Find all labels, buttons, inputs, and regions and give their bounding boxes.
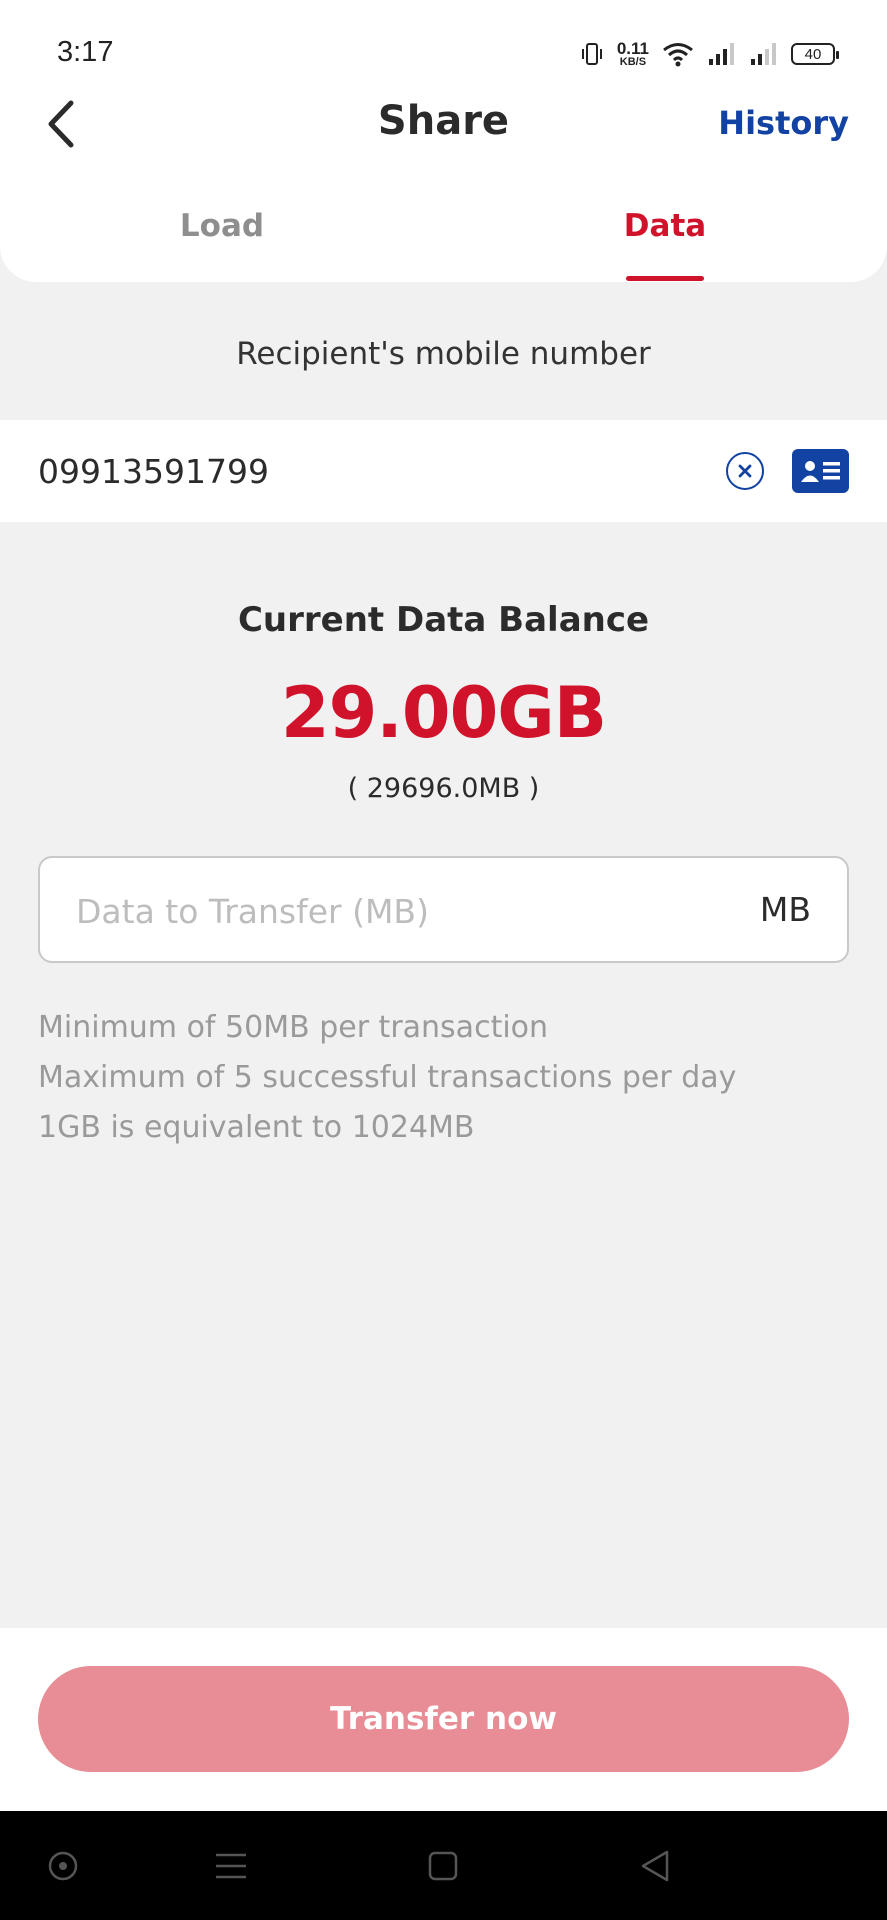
system-navigation-bar (0, 1811, 887, 1920)
status-time: 3:17 (57, 36, 114, 68)
share-data-screen: 3:17 0.11 KB/S 40 Share History Load Dat… (0, 0, 887, 1920)
network-speed: 0.11 KB/S (617, 40, 649, 68)
clear-number-button[interactable] (726, 452, 764, 490)
bottom-action-bar: Transfer now (0, 1628, 887, 1811)
signal-icon-2 (751, 43, 776, 65)
history-link[interactable]: History (718, 104, 849, 142)
contact-card-icon (800, 461, 840, 482)
transfer-notes: Minimum of 50MB per transaction Maximum … (38, 1003, 858, 1153)
tab-data[interactable]: Data (515, 208, 815, 244)
close-icon (738, 464, 752, 478)
data-to-transfer-field: MB (38, 856, 849, 963)
recipient-number-row (0, 420, 887, 522)
assistant-icon (48, 1851, 78, 1881)
header: Share History Load Data (0, 96, 887, 282)
triangle-back-icon (641, 1850, 669, 1882)
network-speed-unit: KB/S (619, 56, 647, 68)
signal-icon (709, 43, 734, 65)
assistant-nav-button[interactable] (38, 1841, 88, 1891)
status-icons: 0.11 KB/S 40 (579, 36, 839, 72)
active-tab-indicator (626, 276, 704, 281)
battery-icon: 40 (791, 43, 839, 65)
tab-load[interactable]: Load (72, 208, 372, 244)
home-square-icon (428, 1851, 458, 1881)
vibrate-icon (581, 43, 602, 65)
data-to-transfer-input[interactable] (76, 882, 716, 940)
recipient-number-input[interactable] (38, 442, 678, 500)
note-maximum: Maximum of 5 successful transactions per… (38, 1060, 737, 1095)
home-nav-button[interactable] (418, 1841, 468, 1891)
note-minimum: Minimum of 50MB per transaction (38, 1010, 549, 1045)
balance-value: 29.00GB (280, 672, 607, 754)
wifi-icon (663, 43, 693, 67)
network-speed-value: 0.11 (616, 39, 649, 58)
transfer-now-button[interactable]: Transfer now (38, 1666, 849, 1772)
back-nav-button[interactable] (630, 1841, 680, 1891)
battery-level: 40 (804, 45, 822, 63)
balance-mb-value: ( 29696.0MB ) (347, 773, 540, 804)
note-conversion: 1GB is equivalent to 1024MB (38, 1110, 475, 1145)
recipient-label: Recipient's mobile number (236, 336, 651, 372)
contacts-button[interactable] (792, 449, 849, 493)
menu-nav-button[interactable] (206, 1841, 256, 1891)
menu-icon (216, 1853, 246, 1879)
unit-label: MB (759, 890, 811, 929)
balance-label: Current Data Balance (237, 600, 650, 640)
status-bar: 3:17 0.11 KB/S 40 (0, 0, 887, 96)
